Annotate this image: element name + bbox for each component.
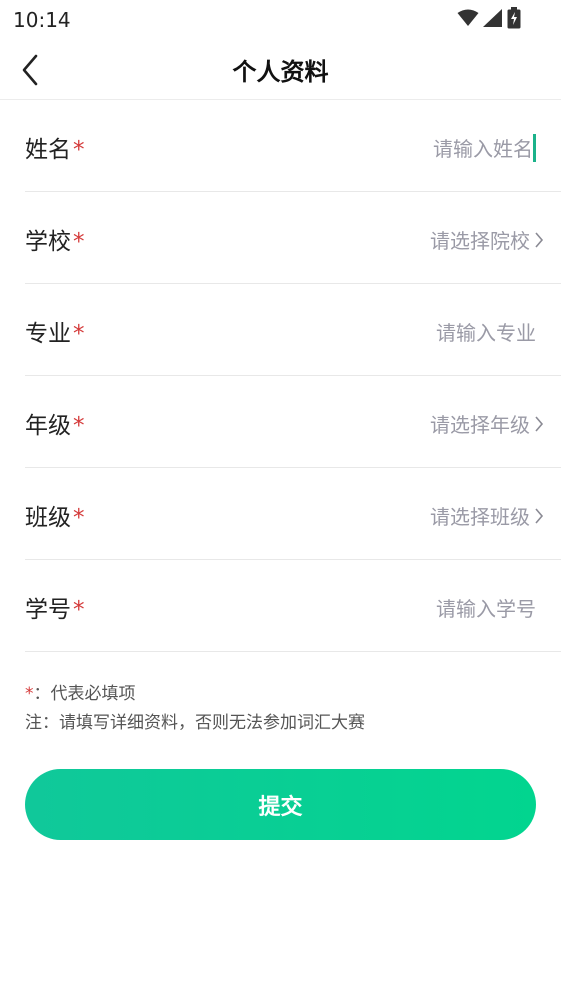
detail-hint: 注：请填写详细资料，否则无法参加词汇大赛 [25, 713, 365, 733]
grade-row[interactable]: 年级* 请选择年级 [25, 376, 561, 468]
student-id-input[interactable]: 请输入学号 [436, 593, 536, 622]
school-select[interactable]: 请选择院校 [430, 225, 544, 254]
major-label: 专业* [25, 321, 85, 347]
status-bar: 10:14 [0, 0, 561, 40]
chevron-right-icon [535, 415, 544, 432]
required-mark: * [73, 505, 85, 531]
required-mark: * [73, 413, 85, 439]
student-id-placeholder: 请输入学号 [436, 597, 536, 621]
status-icons [457, 7, 521, 29]
required-mark: * [73, 229, 85, 255]
major-row[interactable]: 专业* 请输入专业 [25, 284, 561, 376]
wifi-icon [457, 9, 479, 26]
school-label: 学校* [25, 229, 85, 255]
grade-select[interactable]: 请选择年级 [430, 409, 544, 438]
chevron-right-icon [535, 231, 544, 248]
nav-bar: 个人资料 [0, 40, 561, 100]
name-input[interactable]: 请输入姓名 [433, 133, 536, 162]
class-label: 班级* [25, 505, 85, 531]
school-placeholder: 请选择院校 [430, 229, 530, 253]
required-hint-text: ：代表必填项 [33, 684, 136, 704]
student-id-row[interactable]: 学号* 请输入学号 [25, 560, 561, 652]
grade-label: 年级* [25, 413, 85, 439]
required-mark: * [73, 321, 85, 347]
required-mark: * [73, 137, 85, 163]
school-row[interactable]: 学校* 请选择院校 [25, 192, 561, 284]
major-input[interactable]: 请输入专业 [436, 317, 536, 346]
required-hint: *：代表必填项 [25, 680, 365, 709]
submit-button[interactable]: 提交 [25, 769, 536, 840]
class-select[interactable]: 请选择班级 [430, 501, 544, 530]
name-label: 姓名* [25, 137, 85, 163]
name-placeholder: 请输入姓名 [433, 137, 533, 161]
signal-icon [483, 9, 502, 27]
major-placeholder: 请输入专业 [436, 321, 536, 345]
text-cursor [533, 133, 536, 162]
grade-placeholder: 请选择年级 [430, 413, 530, 437]
form-notes: *：代表必填项 注：请填写详细资料，否则无法参加词汇大赛 [25, 680, 365, 738]
page-title: 个人资料 [232, 58, 329, 86]
battery-charging-icon [507, 7, 521, 29]
required-mark: * [73, 597, 85, 623]
status-time: 10:14 [13, 8, 71, 32]
required-hint-star: * [25, 684, 34, 704]
student-id-label: 学号* [25, 597, 85, 623]
class-placeholder: 请选择班级 [430, 505, 530, 529]
name-row[interactable]: 姓名* 请输入姓名 [25, 100, 561, 192]
chevron-right-icon [535, 507, 544, 524]
class-row[interactable]: 班级* 请选择班级 [25, 468, 561, 560]
profile-form: 姓名* 请输入姓名 学校* 请选择院校 专业* 请输入专业 年级* 请选择年级 … [0, 100, 561, 652]
